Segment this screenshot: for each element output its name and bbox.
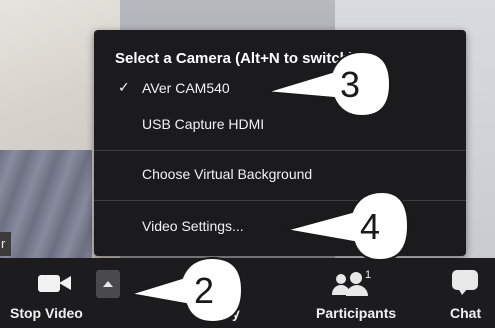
edge-label: r xyxy=(0,232,11,256)
caret-up-icon xyxy=(103,281,113,287)
camera-option-label: USB Capture HDMI xyxy=(142,116,265,132)
callout-number: 2 xyxy=(194,270,215,311)
callout-2: 2 xyxy=(126,256,246,326)
menu-item-label: Choose Virtual Background xyxy=(142,166,313,182)
menu-item-label: Video Settings... xyxy=(142,218,244,234)
stop-video-label: Stop Video xyxy=(10,305,83,321)
callout-3: 3 xyxy=(262,50,392,120)
callout-4: 4 xyxy=(280,190,410,262)
stop-video-button[interactable]: Stop Video xyxy=(0,258,122,328)
checkmark-icon: ✓ xyxy=(118,79,130,95)
menu-divider xyxy=(94,150,466,151)
chat-button[interactable]: Chat xyxy=(440,258,495,328)
participants-icon xyxy=(332,270,368,296)
participants-count-badge: 1 xyxy=(365,269,372,281)
choose-virtual-background-item[interactable]: Choose Virtual Background xyxy=(94,162,466,188)
chat-label: Chat xyxy=(450,305,482,321)
participants-button[interactable]: 1 Participants xyxy=(310,258,430,328)
background-curtain xyxy=(0,150,92,258)
meeting-toolbar: Stop Video y 1 Participants Chat xyxy=(0,258,495,328)
callout-number: 4 xyxy=(360,206,381,247)
camera-option-label: AVer CAM540 xyxy=(142,80,230,96)
callout-number: 3 xyxy=(340,64,361,105)
callout-bubble-shape xyxy=(285,190,410,262)
participants-label: Participants xyxy=(316,305,397,321)
callout-bubble-shape xyxy=(129,256,244,324)
video-options-caret-button[interactable] xyxy=(96,270,120,298)
video-camera-icon xyxy=(38,274,72,292)
callout-bubble-shape xyxy=(265,50,392,118)
chat-icon xyxy=(452,270,478,295)
